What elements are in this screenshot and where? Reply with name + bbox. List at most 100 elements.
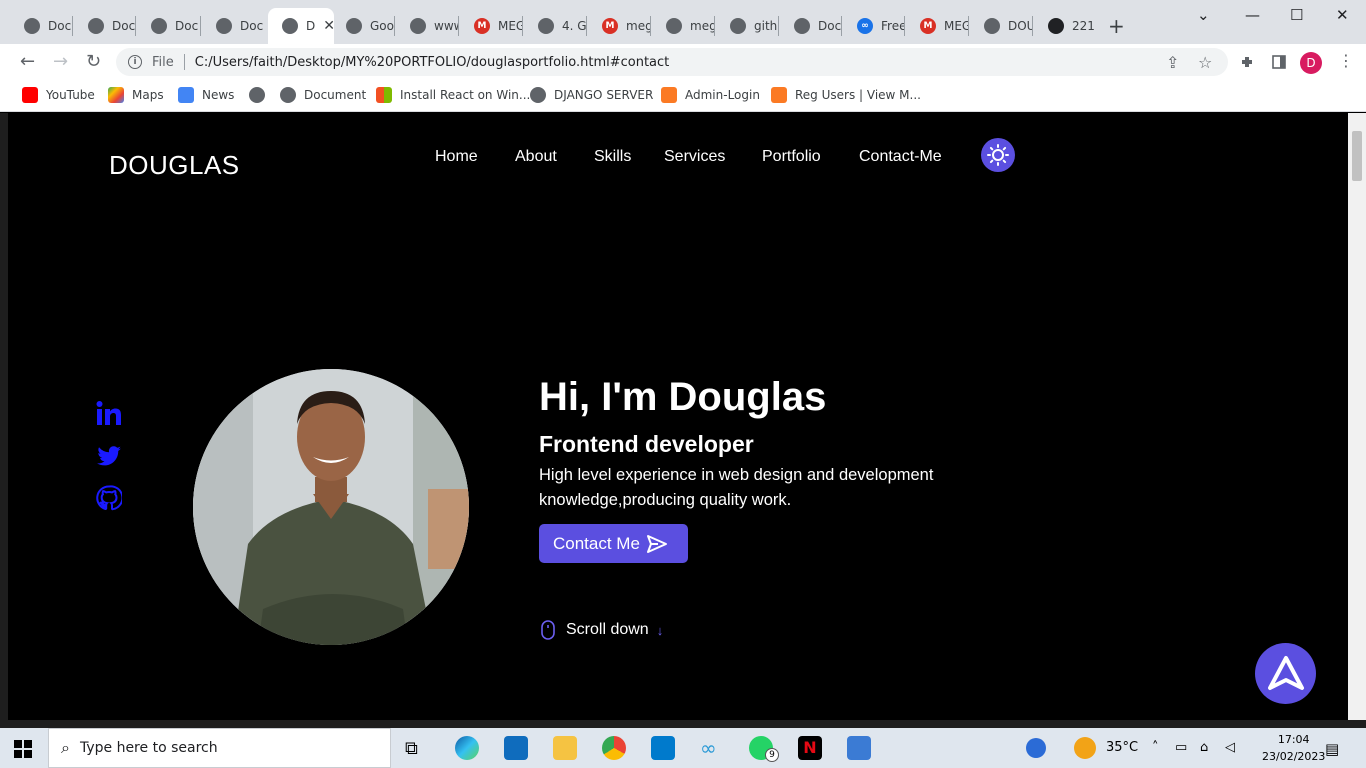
network-icon[interactable]: ⌂ bbox=[1200, 740, 1208, 755]
tab-separator bbox=[904, 16, 905, 36]
maps-icon bbox=[108, 87, 124, 103]
tab[interactable]: ∞ Free bbox=[843, 8, 905, 44]
scroll-down-link[interactable]: Scroll down ↓ bbox=[541, 620, 663, 640]
globe-icon bbox=[280, 87, 296, 103]
maximize-button[interactable]: ☐ bbox=[1290, 6, 1303, 24]
bookmark-label: Admin-Login bbox=[685, 88, 760, 102]
new-tab-button[interactable]: + bbox=[1108, 14, 1125, 38]
bookmark-star-icon[interactable]: ☆ bbox=[1198, 53, 1212, 72]
tab[interactable]: meg bbox=[652, 8, 714, 44]
menu-kebab-icon[interactable]: ⋮ bbox=[1338, 51, 1354, 70]
nav-portfolio[interactable]: Portfolio bbox=[762, 148, 821, 166]
bookmark-install-react[interactable]: Install React on Win... bbox=[376, 87, 530, 103]
nav-services[interactable]: Services bbox=[664, 148, 725, 166]
tab[interactable]: Docu bbox=[137, 8, 199, 44]
tab[interactable]: 4. G bbox=[524, 8, 586, 44]
chrome-icon[interactable] bbox=[602, 736, 626, 760]
github-icon[interactable] bbox=[96, 485, 122, 511]
file-explorer-icon[interactable] bbox=[553, 736, 577, 760]
globe-icon bbox=[410, 18, 426, 34]
tab[interactable]: Docu bbox=[74, 8, 136, 44]
globe-icon bbox=[730, 18, 746, 34]
tab[interactable]: M MEG bbox=[460, 8, 522, 44]
nav-about[interactable]: About bbox=[515, 148, 557, 166]
tab[interactable]: githu bbox=[716, 8, 778, 44]
search-icon: ⌕ bbox=[61, 738, 70, 757]
tab[interactable]: Doc bbox=[780, 8, 842, 44]
notifications-icon[interactable]: ▤ bbox=[1325, 740, 1339, 758]
tab[interactable]: Docu bbox=[10, 8, 72, 44]
edge-icon[interactable] bbox=[455, 736, 479, 760]
bookmark-label: Install React on Win... bbox=[400, 88, 531, 102]
reload-icon[interactable]: ↻ bbox=[86, 51, 101, 72]
tab-label: DOU bbox=[1008, 19, 1032, 33]
close-window-button[interactable]: ✕ bbox=[1336, 6, 1349, 24]
windows-taskbar: ⌕ Type here to search ⧉ ∞ 9 N 35°C ˄ ▭ ⌂… bbox=[0, 728, 1366, 768]
battery-icon[interactable]: ▭ bbox=[1175, 740, 1187, 755]
side-panel-icon[interactable] bbox=[1271, 54, 1287, 70]
bookmark-reg-users[interactable]: Reg Users | View M... bbox=[771, 87, 921, 103]
vscode-icon[interactable] bbox=[651, 736, 675, 760]
tray-chevron-icon[interactable]: ˄ bbox=[1152, 740, 1159, 755]
theme-toggle-button[interactable] bbox=[981, 138, 1015, 172]
page-scrollbar[interactable] bbox=[1348, 113, 1366, 720]
browser-toolbar: ← → ↻ i File C:/Users/faith/Desktop/MY%2… bbox=[0, 44, 1366, 80]
nav-contact-me[interactable]: Contact-Me bbox=[859, 148, 942, 166]
tab[interactable]: DOU bbox=[970, 8, 1032, 44]
minimize-button[interactable]: — bbox=[1245, 6, 1260, 24]
address-bar[interactable]: i File C:/Users/faith/Desktop/MY%20PORTF… bbox=[116, 48, 1228, 76]
tab-separator bbox=[72, 16, 73, 36]
tab-active[interactable]: D ✕ bbox=[268, 8, 334, 44]
globe-icon bbox=[794, 18, 810, 34]
weather-temperature[interactable]: 35°C bbox=[1106, 740, 1138, 755]
twitter-icon[interactable] bbox=[96, 443, 122, 469]
task-view-icon[interactable]: ⧉ bbox=[405, 738, 429, 762]
bookmark-document[interactable]: Document bbox=[280, 87, 366, 103]
back-icon[interactable]: ← bbox=[20, 51, 35, 72]
background-window-strip bbox=[0, 113, 8, 720]
url-text[interactable]: C:/Users/faith/Desktop/MY%20PORTFOLIO/do… bbox=[195, 55, 670, 70]
netflix-icon[interactable]: N bbox=[798, 736, 822, 760]
site-logo[interactable]: DOUGLAS bbox=[109, 150, 240, 181]
tab-separator bbox=[714, 16, 715, 36]
system-clock[interactable]: 17:04 23/02/2023 bbox=[1262, 731, 1325, 765]
tab[interactable]: Docu bbox=[202, 8, 264, 44]
linkedin-icon[interactable] bbox=[96, 400, 122, 426]
assistant-fab-button[interactable] bbox=[1255, 643, 1316, 704]
infinity-app-icon[interactable]: ∞ bbox=[700, 736, 724, 760]
bookmark-maps[interactable]: Maps bbox=[108, 87, 164, 103]
bookmark-label: YouTube bbox=[46, 88, 95, 102]
profile-avatar[interactable]: D bbox=[1300, 52, 1322, 74]
scrollbar-thumb[interactable] bbox=[1352, 131, 1362, 181]
xampp-icon bbox=[661, 87, 677, 103]
tab[interactable]: Mmeg bbox=[588, 8, 650, 44]
nav-skills[interactable]: Skills bbox=[594, 148, 631, 166]
share-icon[interactable]: ⇪ bbox=[1166, 53, 1179, 72]
bookmark-admin-login[interactable]: Admin-Login bbox=[661, 87, 760, 103]
bookmark-globe[interactable] bbox=[249, 87, 273, 103]
volume-icon[interactable]: ◁ bbox=[1225, 740, 1235, 755]
windows-start-icon[interactable] bbox=[14, 740, 32, 758]
youtube-icon bbox=[22, 87, 38, 103]
bookmark-youtube[interactable]: YouTube bbox=[22, 87, 95, 103]
extensions-icon[interactable] bbox=[1239, 54, 1255, 70]
info-icon[interactable]: i bbox=[128, 55, 142, 69]
tab[interactable]: 221 bbox=[1034, 8, 1096, 44]
bookmark-news[interactable]: News bbox=[178, 87, 234, 103]
tab[interactable]: M MEG bbox=[906, 8, 968, 44]
globe-icon bbox=[538, 18, 554, 34]
tab[interactable]: Goo bbox=[332, 8, 394, 44]
news-icon bbox=[178, 87, 194, 103]
contact-me-button[interactable]: Contact Me bbox=[539, 524, 688, 563]
tab-search-chevron-icon[interactable]: ⌄ bbox=[1197, 6, 1210, 24]
bookmark-django[interactable]: DJANGO SERVER bbox=[530, 87, 653, 103]
forward-icon[interactable]: → bbox=[53, 51, 68, 72]
tab-separator bbox=[778, 16, 779, 36]
nav-home[interactable]: Home bbox=[435, 148, 478, 166]
help-icon[interactable] bbox=[1026, 738, 1046, 758]
taskbar-search-box[interactable]: ⌕ Type here to search bbox=[48, 728, 391, 768]
weather-icon[interactable] bbox=[1074, 737, 1096, 759]
mail-icon[interactable] bbox=[504, 736, 528, 760]
photos-icon[interactable] bbox=[847, 736, 871, 760]
tab[interactable]: www bbox=[396, 8, 458, 44]
